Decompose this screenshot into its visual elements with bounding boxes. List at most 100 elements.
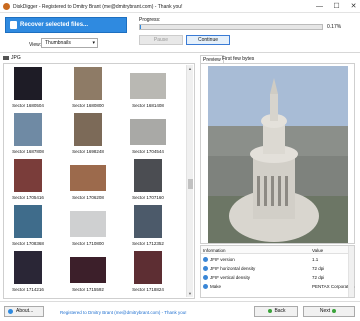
view-select[interactable]: Thumbnails ▾ xyxy=(41,38,98,48)
folder-name: JPG xyxy=(11,55,21,61)
info-row-icon xyxy=(203,257,208,262)
folder-label: JPG xyxy=(3,55,21,62)
registration-link[interactable]: Registered to Dmitry Brant (me@dmitrybra… xyxy=(60,310,187,315)
thumbnail-item[interactable]: Sector 1681408 xyxy=(126,67,170,119)
thumbnail-caption: Sector 1708368 xyxy=(12,241,44,246)
info-value: 72 dpi xyxy=(312,275,325,280)
thumbnail-caption: Sector 1707160 xyxy=(132,195,164,200)
thumbnail-image[interactable] xyxy=(70,165,106,191)
thumbnail-image[interactable] xyxy=(134,251,162,284)
continue-button[interactable]: Continue xyxy=(186,35,230,45)
info-row-icon xyxy=(203,275,208,280)
thumbnail-caption: Sector 1680504 xyxy=(12,103,44,108)
title-bar: DiskDigger - Registered to Dmitry Brant … xyxy=(0,0,360,13)
thumbnail-item[interactable]: Sector 1712352 xyxy=(126,205,170,257)
thumbnail-image[interactable] xyxy=(14,251,42,284)
next-button[interactable]: Next xyxy=(303,306,355,317)
preview-photo xyxy=(208,66,348,243)
scroll-down-icon[interactable]: ▼ xyxy=(187,291,193,296)
file-info-table: Information Value JFIF version 1.1 JFIF ho… xyxy=(200,245,355,298)
maximize-button[interactable]: ☐ xyxy=(332,2,341,11)
thumbnail-item[interactable]: Sector 1705416 xyxy=(6,159,50,211)
about-button-label: About... xyxy=(16,308,34,314)
thumbnail-image[interactable] xyxy=(14,159,42,192)
info-icon xyxy=(8,309,13,314)
thumbnail-caption: Sector 1704544 xyxy=(132,149,164,154)
preview-image xyxy=(208,66,348,243)
scroll-up-icon[interactable]: ▲ xyxy=(187,66,193,71)
chevron-down-icon: ▾ xyxy=(92,40,95,46)
thumbnail-item[interactable]: Sector 1715592 xyxy=(66,251,110,303)
thumbnail-image[interactable] xyxy=(134,159,162,192)
info-row[interactable]: JFIF version 1.1 xyxy=(201,256,348,264)
thumbnail-image[interactable] xyxy=(14,113,42,146)
thumbnail-caption: Sector 1714216 xyxy=(12,287,44,292)
pause-button[interactable]: Pause xyxy=(139,35,183,45)
thumbnail-image[interactable] xyxy=(74,113,102,146)
thumbnail-image[interactable] xyxy=(14,67,42,100)
about-button[interactable]: About... xyxy=(4,306,44,317)
folder-icon xyxy=(3,55,9,60)
bottom-bar: About... Registered to Dmitry Brant (me@… xyxy=(0,301,360,321)
thumbnail-image[interactable] xyxy=(134,205,162,238)
progress-label: Progress: xyxy=(139,17,161,23)
recover-selected-files-button[interactable]: Recover selected files... xyxy=(5,17,127,33)
view-label: View: xyxy=(29,42,42,48)
progress-percent: 0.17% xyxy=(327,24,342,30)
thumbnail-image[interactable] xyxy=(70,257,106,283)
info-row[interactable]: Make PENTAX Corporation xyxy=(201,283,354,291)
back-arrow-icon xyxy=(268,308,273,313)
next-arrow-icon xyxy=(332,308,337,313)
thumbnail-item[interactable]: Sector 1706208 xyxy=(66,159,110,211)
info-table-header: Information Value xyxy=(201,246,348,254)
preview-panel xyxy=(200,63,355,244)
thumbnail-item[interactable]: Sector 1710800 xyxy=(66,205,110,257)
file-icon xyxy=(10,21,17,29)
thumbnail-item[interactable]: Sector 1698248 xyxy=(66,113,110,165)
info-key: Make xyxy=(210,284,222,289)
thumbnail-caption: Sector 1698248 xyxy=(72,149,104,154)
info-value: 72 dpi xyxy=(312,266,325,271)
thumbnail-item[interactable]: Sector 1718824 xyxy=(126,251,170,303)
thumbnail-item[interactable]: Sector 1680504 xyxy=(6,67,50,119)
thumbnail-image[interactable] xyxy=(130,119,166,145)
thumbnail-caption: Sector 1710800 xyxy=(72,241,104,246)
thumbnail-item[interactable]: Sector 1704544 xyxy=(126,113,170,165)
info-value: 1.1 xyxy=(312,257,319,262)
thumbnail-image[interactable] xyxy=(130,73,166,99)
view-select-value: Thumbnails xyxy=(45,40,71,46)
thumbnail-caption: Sector 1715592 xyxy=(72,287,104,292)
info-key: JFIF horizontal density xyxy=(210,266,256,271)
thumbnail-caption: Sector 1687808 xyxy=(12,149,44,154)
thumbnail-scrollbar[interactable]: ▲ ▼ xyxy=(186,65,193,297)
thumbnail-image[interactable] xyxy=(70,211,106,237)
info-scrollbar[interactable] xyxy=(348,246,354,297)
tab-first-few-bytes[interactable]: First few bytes xyxy=(220,55,256,63)
scrollbar-thumb[interactable] xyxy=(188,179,193,189)
info-column-header: Information xyxy=(203,248,226,253)
thumbnail-item[interactable]: Sector 1680800 xyxy=(66,67,110,119)
back-button[interactable]: Back xyxy=(254,306,298,317)
thumbnail-caption: Sector 1680800 xyxy=(72,103,104,108)
thumbnail-image[interactable] xyxy=(74,67,102,100)
info-row[interactable]: JFIF vertical density 72 dpi xyxy=(201,274,348,282)
thumbnail-item[interactable]: Sector 1714216 xyxy=(6,251,50,303)
thumbnail-caption: Sector 1681408 xyxy=(132,103,164,108)
next-button-label: Next xyxy=(319,308,331,314)
thumbnail-image[interactable] xyxy=(14,205,42,238)
recover-button-label: Recover selected files... xyxy=(20,22,89,28)
info-row-icon xyxy=(203,266,208,271)
thumbnail-caption: Sector 1718824 xyxy=(132,287,164,292)
thumbnail-grid-panel: Sector 1680504 Sector 1680800 Sector 16814… xyxy=(3,63,195,299)
thumbnail-item[interactable]: Sector 1687808 xyxy=(6,113,50,165)
window-title: DiskDigger - Registered to Dmitry Brant … xyxy=(13,4,183,10)
progress-bar xyxy=(139,24,323,30)
close-button[interactable]: ✕ xyxy=(349,2,358,11)
minimize-button[interactable]: — xyxy=(315,2,324,11)
info-row-icon xyxy=(203,284,208,289)
thumbnail-caption: Sector 1705416 xyxy=(12,195,44,200)
thumbnail-item[interactable]: Sector 1708368 xyxy=(6,205,50,257)
info-row[interactable]: JFIF horizontal density 72 dpi xyxy=(201,265,348,273)
back-button-label: Back xyxy=(274,308,286,314)
thumbnail-item[interactable]: Sector 1707160 xyxy=(126,159,170,211)
